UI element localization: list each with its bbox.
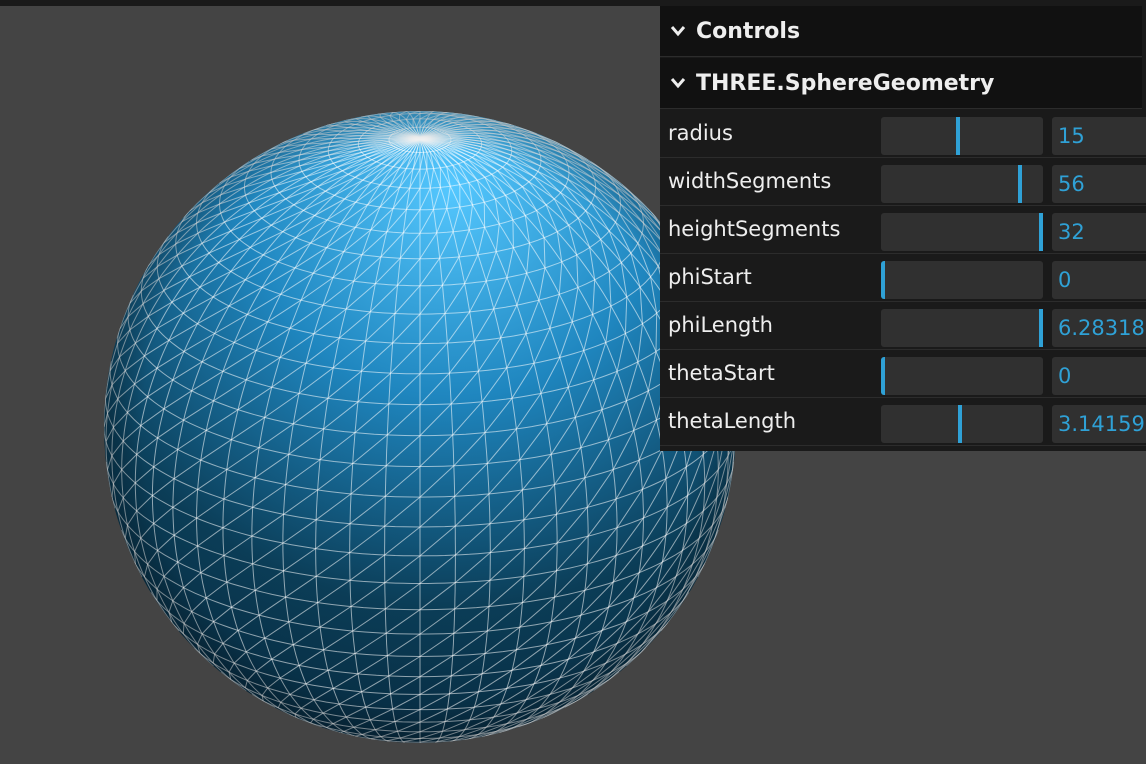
slider-fill xyxy=(881,309,1043,347)
param-value-width-segments[interactable] xyxy=(1052,165,1146,203)
param-label-radius: radius xyxy=(668,121,733,145)
slider-fill xyxy=(881,165,1022,203)
controls-header[interactable]: Controls xyxy=(660,6,1142,57)
param-slider-height-segments[interactable] xyxy=(881,213,1043,251)
param-row-height-segments: heightSegments xyxy=(660,206,1146,254)
param-row-width-segments: widthSegments xyxy=(660,158,1146,206)
param-slider-radius[interactable] xyxy=(881,117,1043,155)
param-row-phi-start: phiStart xyxy=(660,254,1146,302)
param-row-phi-length: phiLength xyxy=(660,302,1146,350)
param-slider-theta-start[interactable] xyxy=(881,357,1043,395)
param-value-phi-start[interactable] xyxy=(1052,261,1146,299)
sphere-geometry-folder[interactable]: THREE.SphereGeometry xyxy=(660,58,1142,109)
param-label-phi-length: phiLength xyxy=(668,313,773,337)
controls-panel: Controls THREE.SphereGeometry radius widt… xyxy=(660,6,1146,451)
param-value-radius[interactable] xyxy=(1052,117,1146,155)
param-slider-phi-start[interactable] xyxy=(881,261,1043,299)
sphere-rim xyxy=(104,111,736,743)
param-row-radius: radius xyxy=(660,110,1146,158)
param-label-height-segments: heightSegments xyxy=(668,217,841,241)
param-label-theta-start: thetaStart xyxy=(668,361,775,385)
slider-fill xyxy=(881,261,885,299)
param-value-phi-length[interactable] xyxy=(1052,309,1146,347)
param-label-phi-start: phiStart xyxy=(668,265,752,289)
param-slider-width-segments[interactable] xyxy=(881,165,1043,203)
chevron-down-icon xyxy=(660,77,696,89)
slider-fill xyxy=(881,405,962,443)
param-label-width-segments: widthSegments xyxy=(668,169,832,193)
slider-fill xyxy=(881,357,885,395)
slider-fill xyxy=(881,213,1043,251)
param-slider-phi-length[interactable] xyxy=(881,309,1043,347)
param-value-theta-length[interactable] xyxy=(1052,405,1146,443)
param-slider-theta-length[interactable] xyxy=(881,405,1043,443)
param-value-height-segments[interactable] xyxy=(1052,213,1146,251)
param-value-theta-start[interactable] xyxy=(1052,357,1146,395)
param-row-theta-length: thetaLength xyxy=(660,398,1146,446)
param-label-theta-length: thetaLength xyxy=(668,409,796,433)
slider-fill xyxy=(881,117,961,155)
param-row-theta-start: thetaStart xyxy=(660,350,1146,398)
controls-title: Controls xyxy=(696,18,801,44)
chevron-down-icon xyxy=(660,25,696,37)
folder-title: THREE.SphereGeometry xyxy=(696,70,995,96)
